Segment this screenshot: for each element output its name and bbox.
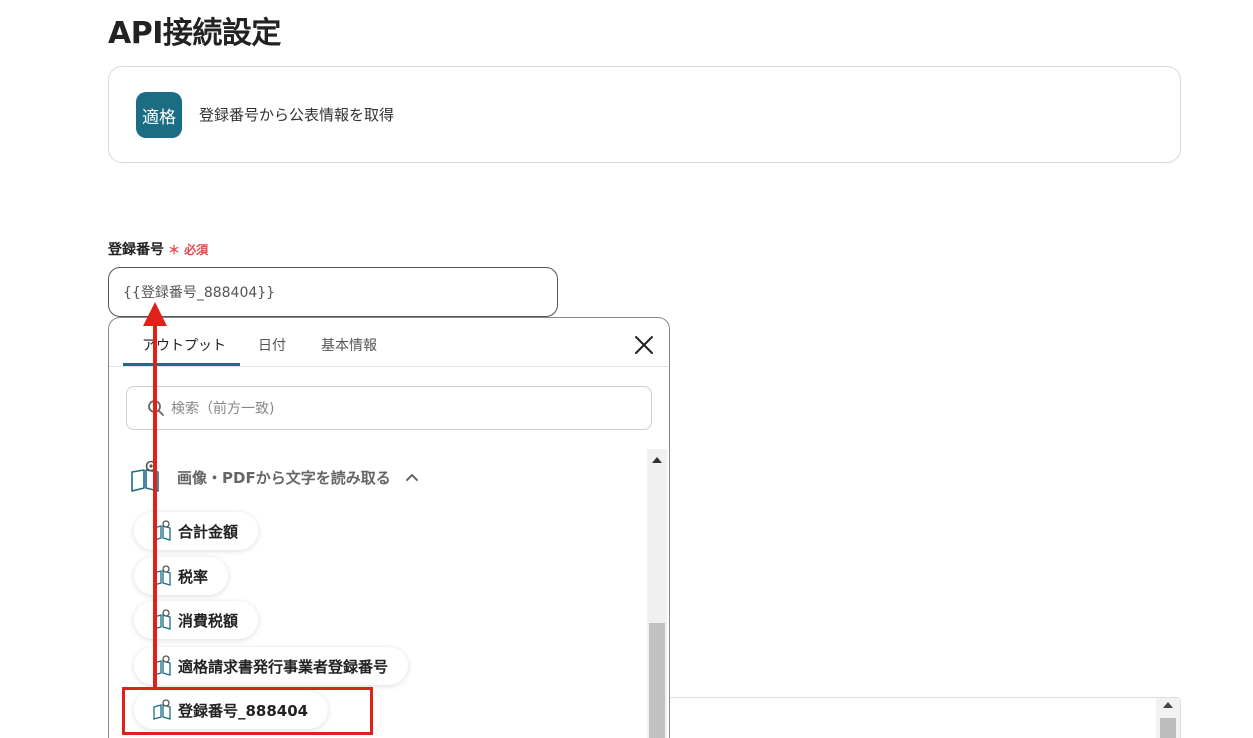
output-item-total-amount[interactable]: 合計金額 [134,512,259,550]
app-description: 登録番号から公表情報を取得 [199,106,395,124]
output-item-label: 消費税額 [178,611,239,630]
search-icon [148,400,164,416]
field-label: 登録番号 ＊ 必須 [108,239,208,259]
output-item-tax-rate[interactable]: 税率 [134,557,229,595]
required-badge: ＊ 必須 [168,243,209,257]
field-label-text: 登録番号 [108,242,164,258]
list-scroll-up-icon[interactable] [652,457,662,463]
output-item-label: 適格請求書発行事業者登録番号 [178,657,389,676]
output-item-label: 合計金額 [178,522,239,541]
search-input[interactable]: 検索（前方一致) [126,386,652,430]
output-item-label: 税率 [178,567,209,586]
list-scroll-thumb[interactable] [649,623,665,738]
ocr-book-icon [153,655,171,676]
search-placeholder: 検索（前方一致) [171,401,275,417]
registration-number-input[interactable]: {{登録番号_888404}} [108,267,558,317]
output-item-consumption-tax[interactable]: 消費税額 [134,601,259,639]
ocr-book-icon [153,520,171,541]
ocr-book-icon [153,565,171,586]
active-tab-indicator [123,363,240,366]
ocr-book-icon [153,609,171,630]
app-icon: 適格 [136,92,182,138]
highlight-box-annotation [122,687,373,735]
background-scroll-up-icon[interactable] [1163,702,1173,708]
variable-picker-dropdown: アウトプット 日付 基本情報 検索（前方一致) 画像・PDFから文字を読み取る [108,317,670,738]
input-value: {{登録番号_888404}} [123,285,276,301]
tab-date[interactable]: 日付 [258,335,286,355]
group-label: 画像・PDFから文字を読み取る [177,468,391,487]
background-textarea[interactable] [668,697,1181,738]
output-item-qualified-invoice-number[interactable]: 適格請求書発行事業者登録番号 [134,647,409,685]
app-card: 適格 登録番号から公表情報を取得 [108,66,1181,163]
tab-basic-info[interactable]: 基本情報 [321,335,377,355]
close-icon[interactable] [633,334,655,356]
page-title: API接続設定 [108,16,281,51]
background-scroll-thumb[interactable] [1160,718,1176,738]
chevron-up-icon[interactable] [405,470,419,484]
tab-output[interactable]: アウトプット [142,335,226,355]
tab-bar: アウトプット 日付 基本情報 [109,318,669,367]
output-group-header[interactable]: 画像・PDFから文字を読み取る [129,460,419,494]
ocr-book-icon [131,460,159,492]
